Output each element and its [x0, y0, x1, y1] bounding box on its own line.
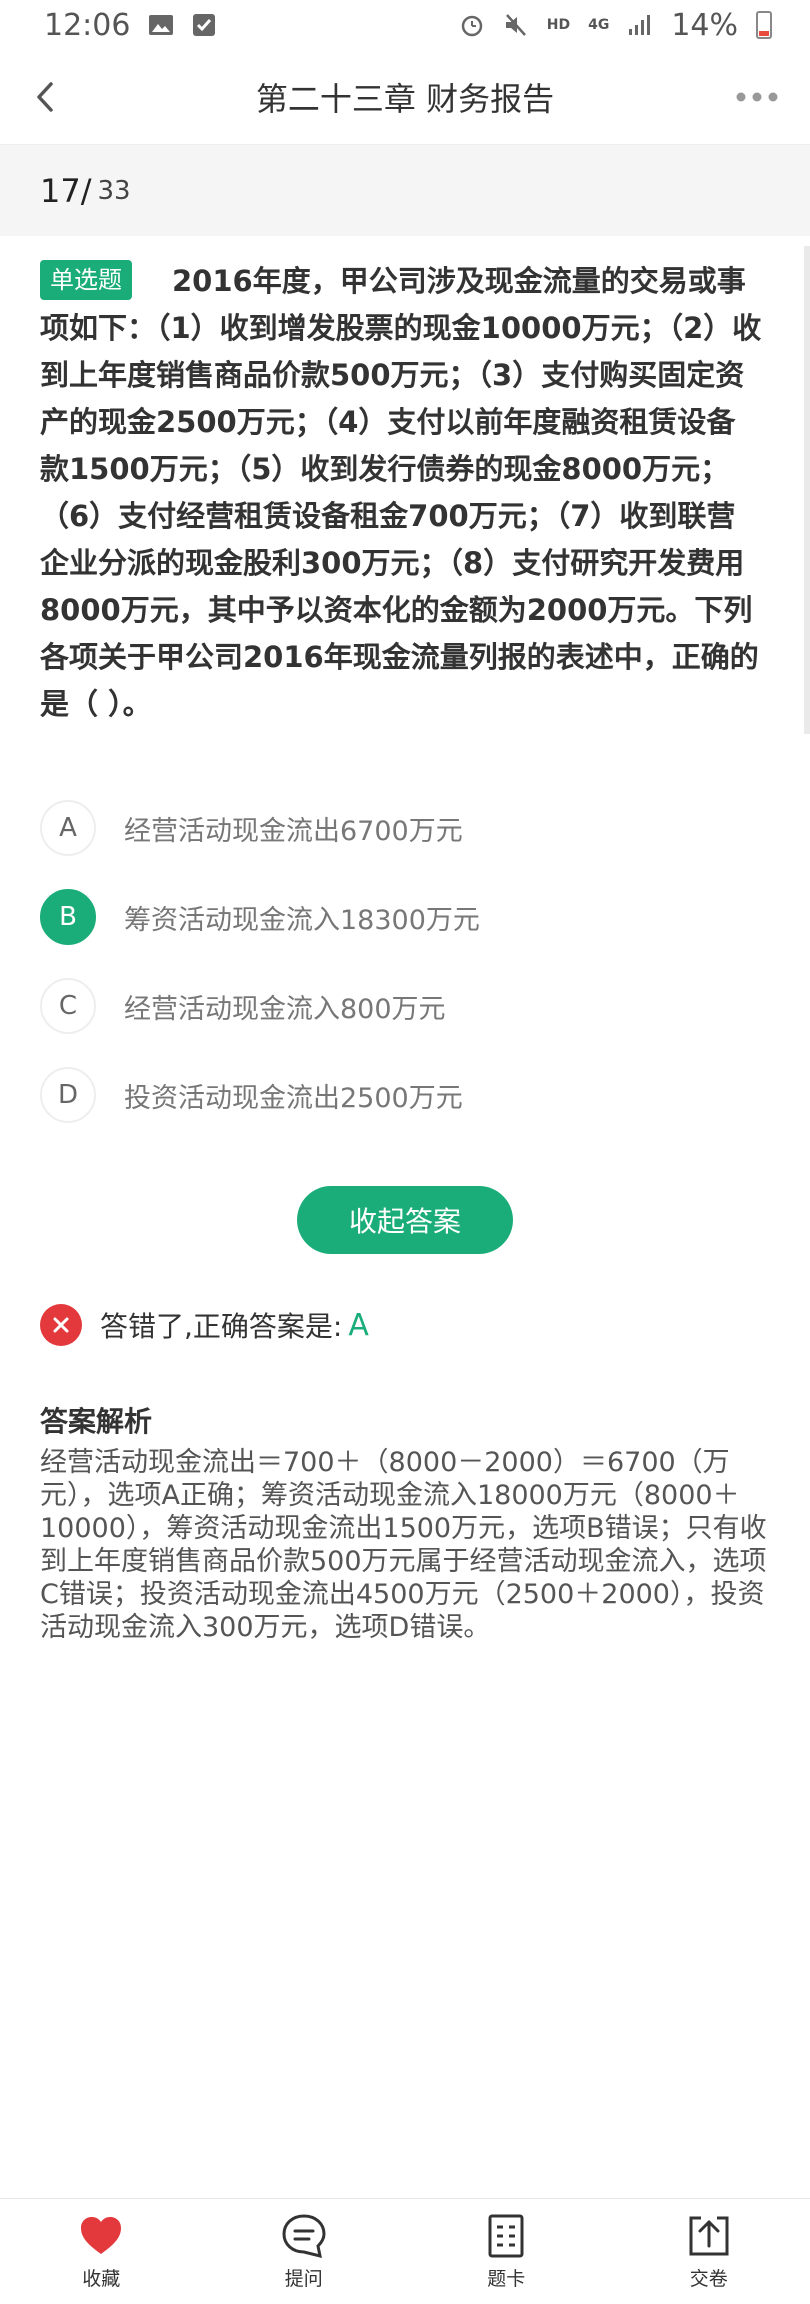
question-progress: 17/ 33: [0, 144, 810, 236]
network-indicator: 4G: [588, 17, 610, 33]
page-title: 第二十三章 财务报告: [255, 80, 555, 118]
status-bar: 12:06 HD 4G 14%: [0, 0, 810, 50]
answer-sheet-icon: [488, 2214, 524, 2258]
hd-indicator: HD: [546, 17, 571, 33]
option-letter: C: [40, 978, 96, 1034]
mute-icon: [505, 14, 526, 36]
bottom-nav: 收藏 提问 题卡 交卷: [0, 2198, 810, 2304]
nav-label: 收藏: [82, 2268, 121, 2290]
chevron-left-icon: [37, 82, 53, 112]
nav-ask[interactable]: 提问: [244, 2212, 364, 2291]
option-text: 经营活动现金流入800万元: [124, 993, 446, 1025]
submit-icon: [689, 2216, 729, 2256]
option-letter: B: [40, 889, 96, 945]
option-letter: A: [40, 800, 96, 856]
alarm-icon: [461, 15, 482, 37]
question-type-badge: 单选题: [40, 260, 132, 300]
progress-total: 33: [97, 175, 131, 206]
question-text: 2016年度，甲公司涉及现金流量的交易或事项如下：（1）收到增发股票的现金100…: [40, 264, 762, 721]
option-text: 经营活动现金流出6700万元: [124, 815, 463, 847]
status-time: 12:06: [44, 7, 131, 43]
option-b[interactable]: B 筹资活动现金流入18300万元: [40, 887, 770, 947]
correct-answer: A: [348, 1307, 369, 1343]
back-button[interactable]: [20, 72, 70, 122]
option-letter: D: [40, 1067, 96, 1123]
header: 第二十三章 财务报告: [0, 50, 810, 144]
collapse-answer-button[interactable]: 收起答案: [297, 1186, 513, 1254]
heart-icon: [81, 2217, 122, 2254]
result-text: 答错了,正确答案是:: [100, 1310, 343, 1343]
nav-label: 提问: [284, 2268, 323, 2290]
option-text: 筹资活动现金流入18300万元: [124, 904, 480, 936]
checkbox-icon: [193, 14, 216, 36]
answer-result: 答错了,正确答案是: A: [40, 1304, 369, 1346]
scrollbar[interactable]: [804, 246, 810, 734]
options-list: A 经营活动现金流出6700万元 B 筹资活动现金流入18300万元 C 经营活…: [40, 798, 770, 1154]
image-icon: [149, 15, 174, 35]
more-dots-icon: [736, 92, 778, 102]
more-button[interactable]: [732, 72, 782, 122]
status-left: 12:06: [44, 8, 218, 43]
nav-answer-sheet[interactable]: 题卡: [446, 2212, 566, 2291]
progress-current: 17/: [40, 171, 92, 210]
option-text: 投资活动现金流出2500万元: [124, 1082, 463, 1114]
wrong-x-icon: [40, 1304, 82, 1346]
signal-icon: [629, 15, 651, 35]
battery-icon: [756, 11, 772, 39]
nav-label: 题卡: [487, 2268, 526, 2290]
option-c[interactable]: C 经营活动现金流入800万元: [40, 976, 770, 1036]
status-right: HD 4G 14%: [459, 8, 772, 43]
battery-percent: 14%: [671, 7, 738, 43]
nav-submit[interactable]: 交卷: [649, 2212, 769, 2291]
question-stem: 单选题 2016年度，甲公司涉及现金流量的交易或事项如下：（1）收到增发股票的现金…: [40, 258, 762, 728]
nav-favorite[interactable]: 收藏: [41, 2212, 161, 2291]
option-d[interactable]: D 投资活动现金流出2500万元: [40, 1065, 770, 1125]
analysis-title: 答案解析: [40, 1405, 153, 1438]
option-a[interactable]: A 经营活动现金流出6700万元: [40, 798, 770, 858]
question-chat-icon: [282, 2214, 326, 2259]
analysis-body: 经营活动现金流出＝700＋（8000－2000）＝6700（万元），选项A正确；…: [40, 1447, 767, 1643]
nav-label: 交卷: [689, 2268, 728, 2290]
